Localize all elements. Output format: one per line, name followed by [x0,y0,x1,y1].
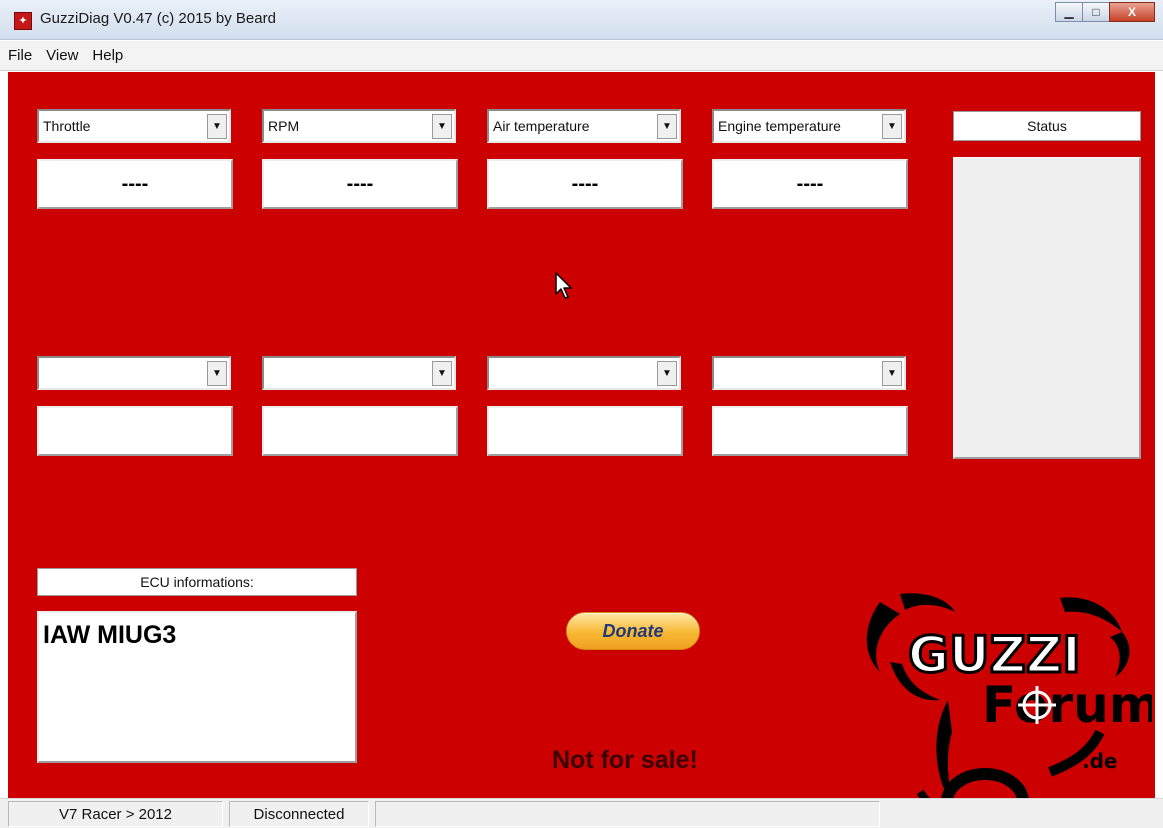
parameter-select-value: Throttle [43,118,91,134]
status-bar: V7 Racer > 2012 Disconnected [0,798,1163,828]
window-controls: ▁ □ X [1055,2,1155,24]
parameter-select-5[interactable]: ▼ [37,356,231,390]
statusbar-model: V7 Racer > 2012 [8,801,223,827]
donate-button[interactable]: Donate [566,612,700,650]
parameter-value-7 [487,406,683,456]
chevron-down-icon[interactable]: ▼ [657,361,677,386]
parameter-value-5 [37,406,233,456]
chevron-down-icon[interactable]: ▼ [207,361,227,386]
parameter-value-4: ---- [712,159,908,209]
parameter-value-6 [262,406,458,456]
chevron-down-icon[interactable]: ▼ [882,114,902,139]
parameter-value-3: ---- [487,159,683,209]
status-header: Status [953,111,1141,141]
mouse-cursor-icon [555,272,572,299]
maximize-button[interactable]: □ [1082,2,1110,22]
ecu-info-value: IAW MIUG3 [43,621,177,649]
parameter-select-value: Air temperature [493,118,590,134]
parameter-select-value: RPM [268,118,300,134]
parameter-select-3[interactable]: Air temperature ▼ [487,109,681,143]
menu-view[interactable]: View [46,47,78,64]
statusbar-connection: Disconnected [229,801,369,827]
logo-text-forum: Forum [982,676,1152,734]
parameter-select-7[interactable]: ▼ [487,356,681,390]
ecu-info-header: ECU informations: [37,568,357,596]
close-button[interactable]: X [1109,2,1155,22]
menu-file[interactable]: File [8,47,32,64]
chevron-down-icon[interactable]: ▼ [432,361,452,386]
app-icon[interactable]: ✦ [14,12,32,30]
statusbar-extra [375,801,880,827]
parameter-select-1[interactable]: Throttle ▼ [37,109,231,143]
parameter-select-8[interactable]: ▼ [712,356,906,390]
parameter-value-2: ---- [262,159,458,209]
parameter-select-value: Engine temperature [718,118,841,134]
chevron-down-icon[interactable]: ▼ [432,114,452,139]
status-panel [953,157,1141,459]
ecu-info-box: IAW MIUG3 [37,611,357,763]
parameter-select-4[interactable]: Engine temperature ▼ [712,109,906,143]
window-title: GuzziDiag V0.47 (c) 2015 by Beard [40,10,276,27]
menu-help[interactable]: Help [92,47,123,64]
menu-bar: File View Help [0,41,1163,71]
minimize-button[interactable]: ▁ [1055,2,1083,22]
parameter-value-8 [712,406,908,456]
parameter-select-6[interactable]: ▼ [262,356,456,390]
parameter-value-1: ---- [37,159,233,209]
chevron-down-icon[interactable]: ▼ [657,114,677,139]
guzzi-forum-logo: GUZZI Forum .de [866,593,1152,828]
parameter-select-2[interactable]: RPM ▼ [262,109,456,143]
logo-text-de: .de [1082,749,1117,773]
chevron-down-icon[interactable]: ▼ [207,114,227,139]
main-panel: Throttle ▼ RPM ▼ Air temperature ▼ Engin… [8,72,1155,828]
title-bar: ✦ GuzziDiag V0.47 (c) 2015 by Beard ▁ □ … [0,0,1163,40]
chevron-down-icon[interactable]: ▼ [882,361,902,386]
not-for-sale-label: Not for sale! [552,746,698,774]
